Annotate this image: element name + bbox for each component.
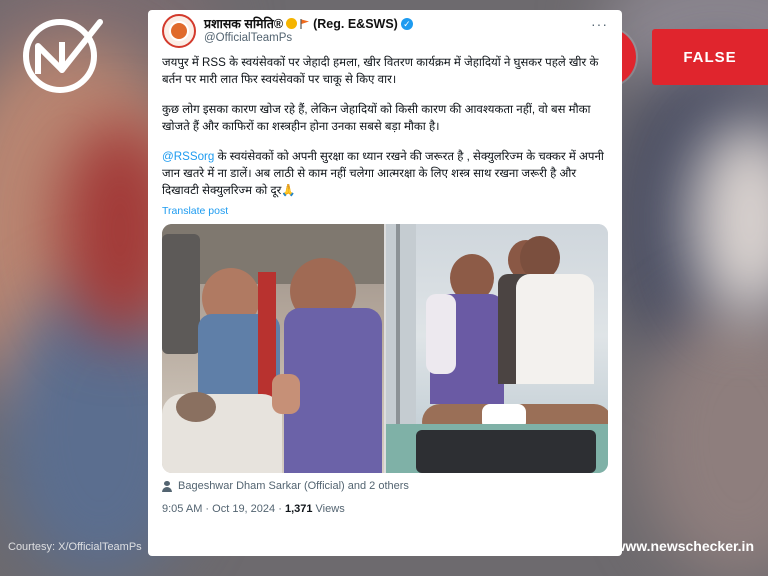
site-watermark: www.newschecker.in (614, 538, 754, 554)
verdict-badge: FALSE (652, 29, 768, 85)
photo-right[interactable] (386, 224, 608, 473)
tweet-paragraph-3-text: के स्वयंसेवकों को अपनी सुरक्षा का ध्यान … (162, 150, 604, 197)
tweet-card: प्रशासक समिति® (Reg. E&SWS) ✓ @OfficialT… (148, 10, 622, 556)
tagged-people[interactable]: Bageshwar Dham Sarkar (Official) and 2 o… (162, 480, 608, 492)
tweet-date[interactable]: Oct 19, 2024 (212, 503, 275, 515)
user-handle[interactable]: @OfficialTeamPs (204, 32, 292, 44)
display-tag: (Reg. E&SWS) (313, 16, 398, 31)
tweet-text: जयपुर में RSS के स्वयंसेवकों पर जेहादी ह… (162, 54, 608, 199)
tweet-meta: 9:05 AM · Oct 19, 2024 · 1,371 Views (162, 503, 608, 515)
translate-post-link[interactable]: Translate post (162, 205, 608, 217)
person-icon (162, 480, 172, 492)
courtesy-credit: Courtesy: X/OfficialTeamPs (8, 541, 142, 553)
tagged-people-label: Bageshwar Dham Sarkar (Official) and 2 o… (178, 480, 409, 492)
display-name-row[interactable]: प्रशासक समिति® (Reg. E&SWS) ✓ (204, 15, 413, 32)
tweet-time[interactable]: 9:05 AM (162, 503, 202, 515)
avatar[interactable] (162, 14, 196, 48)
tweet-header: प्रशासक समिति® (Reg. E&SWS) ✓ @OfficialT… (162, 10, 608, 54)
mention-link[interactable]: @RSSorg (162, 150, 214, 163)
meta-separator: · (205, 503, 210, 515)
tweet-paragraph-3: @RSSorg के स्वयंसेवकों को अपनी सुरक्षा क… (162, 148, 608, 199)
photo-left[interactable] (162, 224, 384, 473)
more-options-icon[interactable]: ··· (591, 16, 608, 32)
display-name: प्रशासक समिति® (204, 17, 284, 31)
meta-separator: · (278, 503, 282, 515)
views-count: 1,371 (284, 503, 313, 515)
tweet-paragraph-2: कुछ लोग इसका कारण खोज रहे हैं, लेकिन जेह… (162, 103, 591, 133)
tweet-media[interactable] (162, 224, 608, 473)
views-label: Views (315, 503, 345, 515)
sun-emoji-icon (286, 18, 298, 29)
newschecker-logo-icon (23, 19, 103, 93)
tweet-paragraph-1: जयपुर में RSS के स्वयंसेवकों पर जेहादी ह… (162, 56, 599, 86)
flag-icon (300, 18, 310, 29)
verified-badge-icon: ✓ (400, 17, 413, 30)
